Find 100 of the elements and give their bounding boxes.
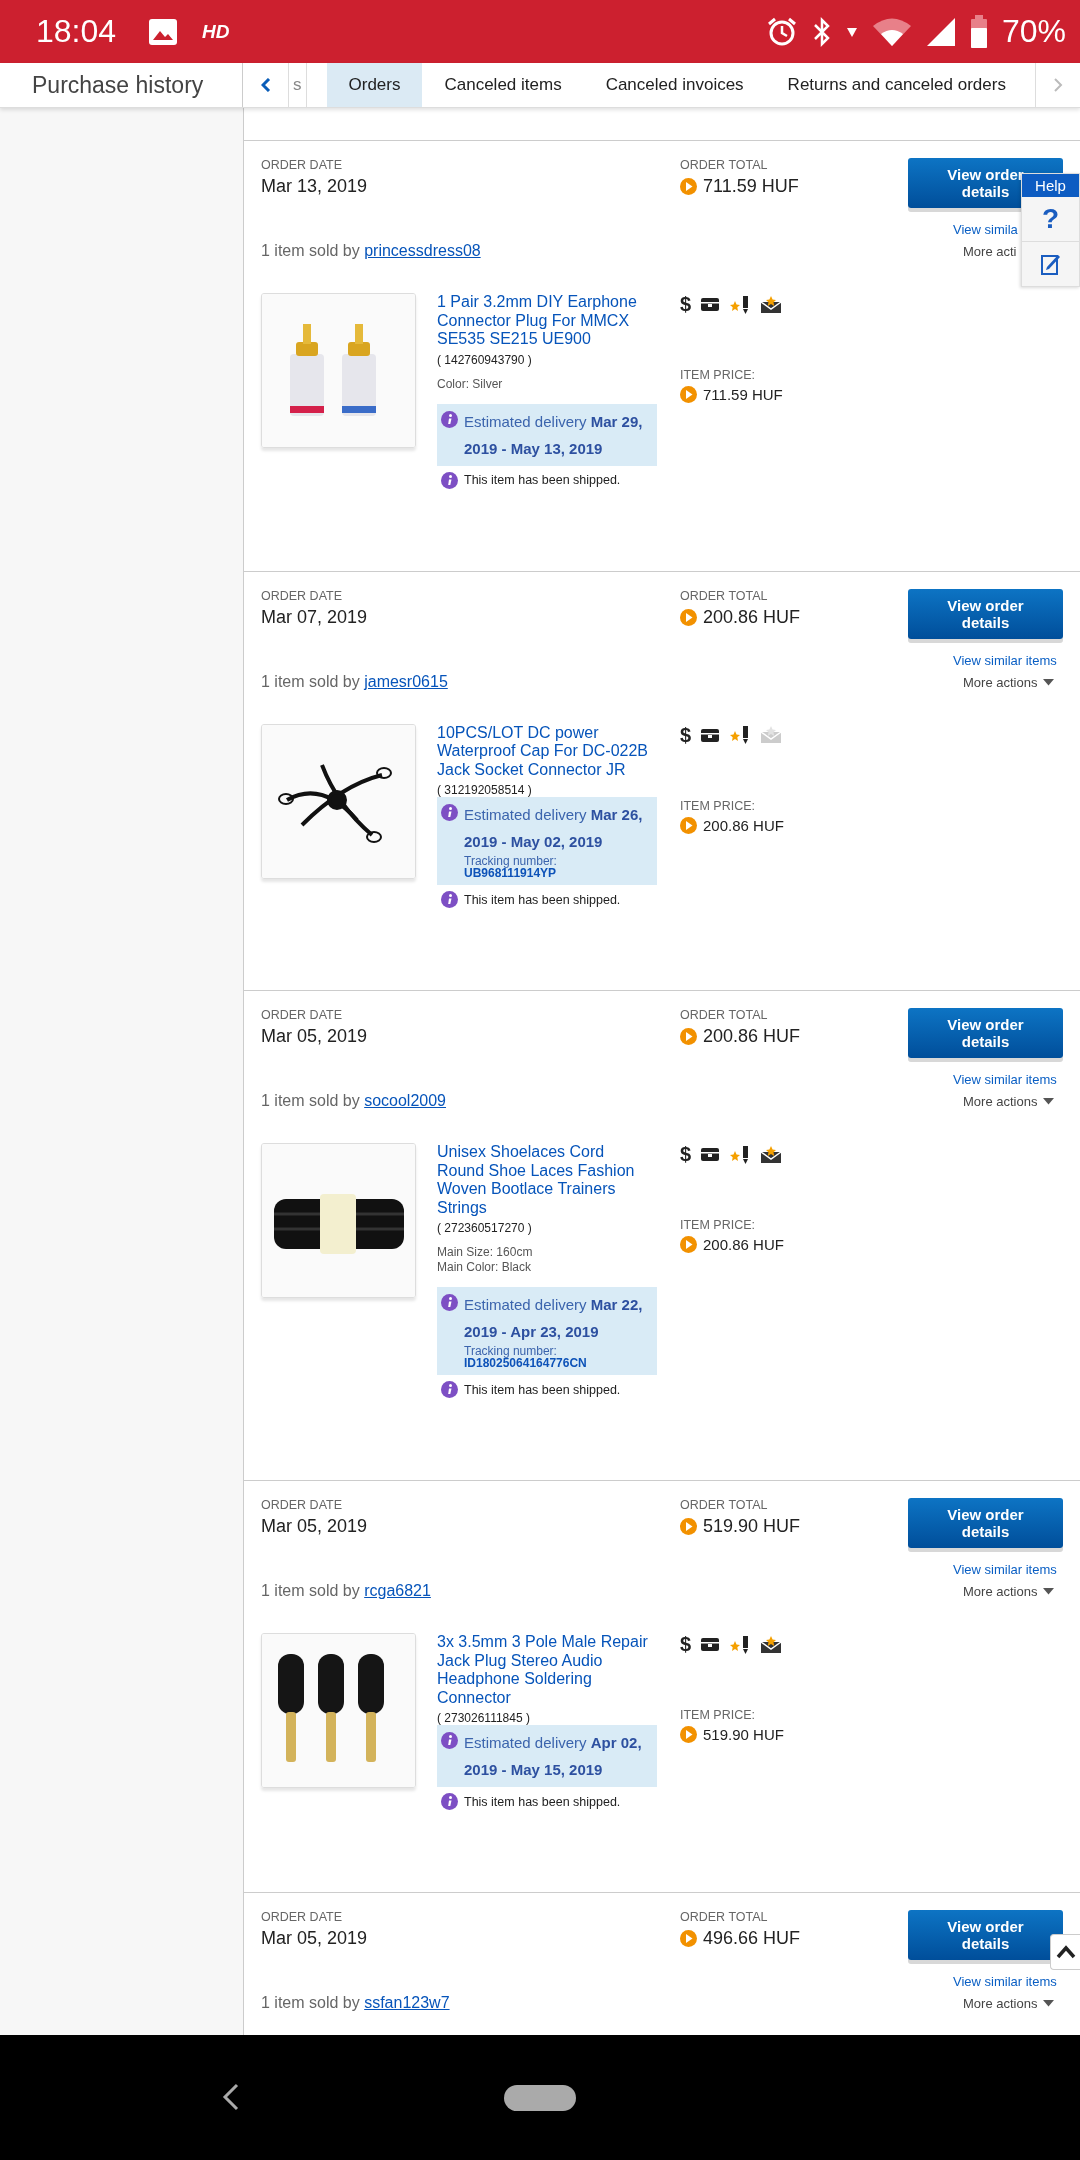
order-date-label: ORDER DATE	[261, 1498, 344, 1512]
caret-icon	[1043, 1588, 1055, 1595]
currency-icon	[680, 1028, 697, 1045]
image-icon	[148, 17, 179, 46]
tracking-label: Tracking number:	[464, 855, 558, 867]
currency-icon	[680, 1236, 697, 1253]
item-title-link[interactable]: 1 Pair 3.2mm DIY Earphone Connector Plug For MMCX SE535 SE215 UE900	[437, 293, 657, 349]
package-icon	[700, 297, 721, 312]
data-arrow-icon	[845, 25, 858, 38]
tab[interactable]: Orders	[326, 63, 423, 107]
bluetooth-icon	[811, 15, 832, 48]
shipped-note: This item has been shipped.	[464, 892, 621, 907]
caret-icon	[1043, 1098, 1055, 1105]
item-title-link[interactable]: 10PCS/LOT DC power Waterproof Cap For DC-022B Jack Socket Connector JR	[437, 723, 657, 779]
view-similar-link[interactable]: View similar items	[953, 1974, 1057, 1989]
more-actions-link[interactable]: More actions	[963, 1584, 1055, 1599]
item-price-label: ITEM PRICE:	[680, 368, 756, 382]
item-price: 711.59 HUF	[703, 386, 783, 403]
order-total: 711.59 HUF	[703, 176, 799, 197]
shipped-note: This item has been shipped.	[464, 473, 621, 487]
tab[interactable]: Canceled items	[422, 63, 584, 107]
seller-link[interactable]: socool2009	[364, 1092, 446, 1109]
seller-link[interactable]: princessdress08	[364, 242, 481, 259]
order-total-label: ORDER TOTAL	[680, 158, 769, 172]
order-total-label: ORDER TOTAL	[680, 1008, 769, 1022]
item-variation: Main Color: Black	[437, 1260, 533, 1275]
paid-icon: $	[680, 293, 692, 316]
item-title-link[interactable]: Unisex Shoelaces Cord Round Shoe Laces Fashion Woven Bootlace Trainers Strings	[437, 1143, 657, 1217]
item-price: 519.90 HUF	[703, 1726, 784, 1743]
view-similar-link[interactable]: View simila	[953, 222, 1018, 237]
package-icon	[700, 1147, 721, 1162]
order-date: Mar 13, 2019	[261, 176, 369, 197]
wifi-icon	[871, 16, 912, 47]
battery-percent: 70%	[1001, 13, 1066, 50]
info-icon	[441, 891, 458, 908]
item-price-label: ITEM PRICE:	[680, 1218, 756, 1232]
order-date: Mar 07, 2019	[261, 606, 369, 628]
info-icon	[441, 471, 458, 489]
hd-label: HD	[202, 20, 230, 43]
tab[interactable]: Canceled invoices	[583, 63, 766, 107]
battery-icon	[969, 14, 988, 49]
order-date: Mar 05, 2019	[261, 1026, 369, 1047]
scroll-top-button[interactable]	[1050, 1934, 1080, 1970]
item-number: ( 272360517270 )	[437, 1221, 533, 1235]
sold-by-text: 1 item sold by	[261, 672, 360, 690]
currency-icon	[680, 1518, 697, 1535]
more-actions-link[interactable]: More actions	[963, 1996, 1055, 2011]
order-date-label: ORDER DATE	[261, 1910, 344, 1924]
item-number: ( 273026111845 )	[437, 1711, 531, 1725]
view-similar-link[interactable]: View similar items	[953, 1072, 1057, 1087]
more-actions-link[interactable]: More acti	[963, 244, 1017, 259]
caret-icon	[1043, 678, 1055, 686]
item-number: ( 142760943790 )	[437, 352, 533, 367]
currency-icon	[680, 816, 697, 834]
info-icon	[441, 804, 458, 821]
seller-link[interactable]: jamesr0615	[364, 672, 448, 690]
currency-icon	[680, 386, 697, 403]
scroll-left-button[interactable]	[243, 63, 289, 107]
item-variation: Color: Silver	[437, 376, 504, 392]
currency-icon	[680, 1726, 697, 1743]
sold-by-text: 1 item sold by	[261, 242, 360, 259]
estimated-delivery-text: Estimated delivery Mar 29, 2019 - May 13, 2019	[464, 411, 644, 459]
view-similar-link[interactable]: View similar items	[953, 652, 1057, 668]
chevron-up-icon	[1055, 1945, 1076, 1959]
info-icon	[441, 1732, 458, 1749]
item-title-link[interactable]: 3x 3.5mm 3 Pole Male Repair Jack Plug Stereo Audio Headphone Soldering Connector	[437, 1633, 657, 1707]
tracking-number-link[interactable]: ID18025064164776CN	[464, 1356, 587, 1370]
sold-by-text: 1 item sold by	[261, 1994, 360, 2011]
tab[interactable]: Returns and canceled orders	[765, 63, 1028, 107]
item-price-label: ITEM PRICE:	[680, 798, 756, 813]
order-total-label: ORDER TOTAL	[680, 1498, 769, 1512]
seller-link[interactable]: ssfan123w7	[364, 1994, 450, 2011]
order-total: 519.90 HUF	[703, 1516, 801, 1537]
more-actions-link[interactable]: More actions	[963, 1094, 1055, 1109]
back-icon[interactable]	[222, 2083, 240, 2111]
item-variation: Main Size: 160cm	[437, 1245, 534, 1260]
currency-icon	[680, 1930, 697, 1947]
more-actions-link[interactable]: More actions	[963, 674, 1055, 690]
currency-icon	[680, 608, 697, 626]
feedback-icon[interactable]	[1040, 253, 1061, 275]
tab[interactable]: s	[289, 63, 307, 107]
estimated-delivery-text: Estimated delivery Mar 26, 2019 - May 02, 2019	[464, 805, 644, 852]
info-icon	[441, 1793, 458, 1810]
chevron-left-icon	[260, 78, 271, 92]
order-total: 200.86 HUF	[703, 606, 801, 628]
home-button[interactable]	[504, 2084, 576, 2111]
tracking-number-link[interactable]: UB968111914YP	[464, 866, 557, 880]
shipped-note: This item has been shipped.	[464, 1794, 621, 1809]
paid-icon: $	[680, 723, 692, 747]
help-button[interactable]: Help	[1022, 174, 1079, 197]
seller-link[interactable]: rcga6821	[364, 1582, 431, 1599]
order-date: Mar 05, 2019	[261, 1516, 369, 1537]
estimated-delivery-text: Estimated delivery Mar 22, 2019 - Apr 23, 2019	[464, 1295, 644, 1342]
help-question-button[interactable]: ?	[1022, 197, 1079, 242]
item-number: ( 312192058514 )	[437, 783, 533, 797]
view-similar-link[interactable]: View similar items	[953, 1562, 1057, 1577]
sold-by-text: 1 item sold by	[261, 1582, 360, 1599]
item-price: 200.86 HUF	[703, 1236, 784, 1253]
shipped-note: This item has been shipped.	[464, 1382, 621, 1397]
item-price: 200.86 HUF	[703, 816, 784, 834]
